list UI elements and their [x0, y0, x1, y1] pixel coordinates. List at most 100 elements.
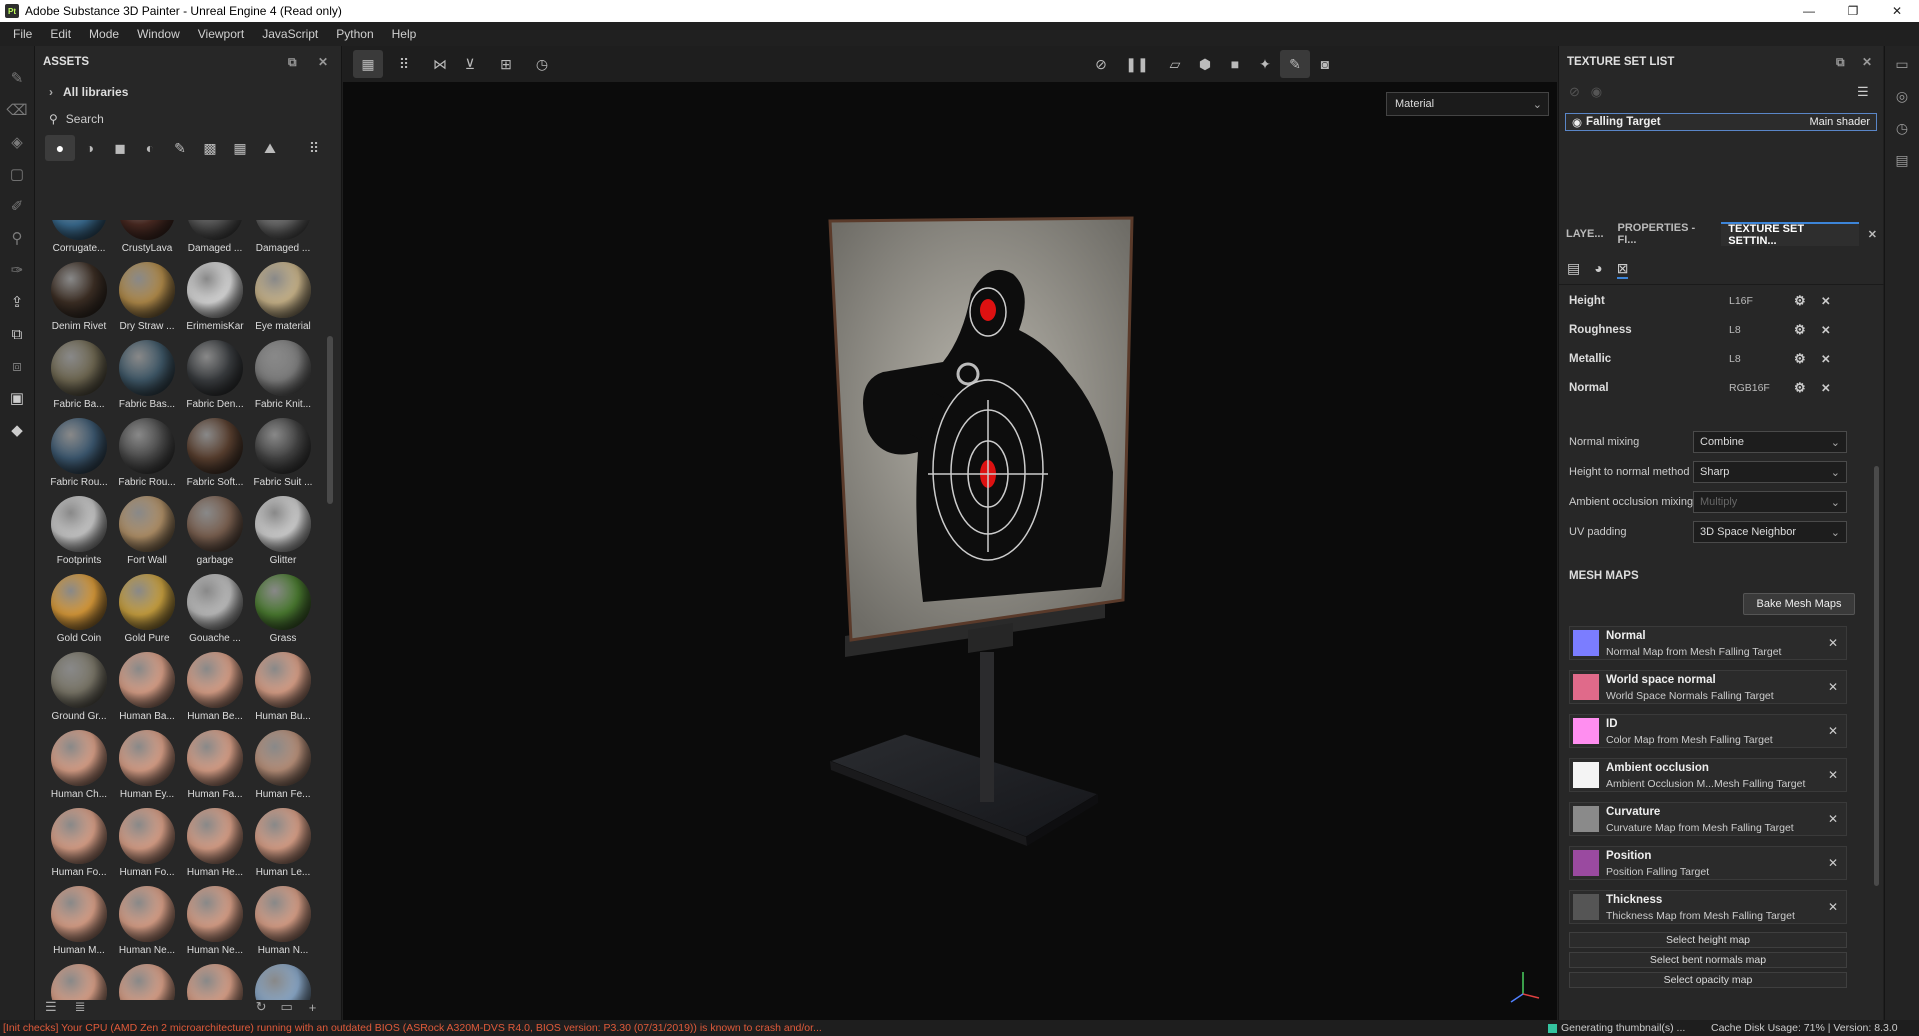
select-height-map-button[interactable]: Select height map — [1569, 932, 1847, 948]
undock-icon[interactable]: ⧉ — [1836, 55, 1845, 70]
mesh-map-source[interactable]: Normal Map from Mesh Falling Target — [1606, 646, 1781, 658]
close-icon[interactable]: ✕ — [1828, 724, 1838, 738]
status-warning[interactable]: [Init checks] Your CPU (AMD Zen 2 microa… — [0, 1022, 1540, 1034]
mesh-map-item[interactable]: World space normal World Space Normals Fa… — [1569, 670, 1847, 704]
asset-item[interactable]: Human Be... — [181, 648, 249, 726]
asset-item[interactable]: Fabric Knit... — [249, 336, 315, 414]
close-icon[interactable]: ✕ — [1828, 680, 1838, 694]
close-icon[interactable]: ✕ — [1828, 768, 1838, 782]
mesh-map-item[interactable]: Ambient occlusion Ambient Occlusion M...M… — [1569, 758, 1847, 792]
close-window-button[interactable]: ✕ — [1875, 0, 1919, 22]
grid2-icon[interactable]: ⠿ — [389, 50, 419, 78]
layer-icon[interactable]: ⧈ — [0, 350, 34, 382]
asset-item[interactable]: Grass — [249, 570, 315, 648]
shader-icon[interactable]: ◕ — [1594, 260, 1602, 279]
import-icon[interactable]: ⧉ — [0, 318, 34, 350]
asset-item[interactable]: Human Le... — [249, 804, 315, 882]
gear-icon[interactable]: ⚙ — [1794, 322, 1806, 338]
menu-window[interactable]: Window — [128, 27, 189, 41]
asset-item[interactable]: Gouache ... — [181, 570, 249, 648]
mesh-map-source[interactable]: Color Map from Mesh Falling Target — [1606, 734, 1773, 746]
pause-icon[interactable]: ❚❚ — [1122, 50, 1152, 78]
eraser-icon[interactable]: ⌫ — [0, 94, 34, 126]
close-icon[interactable]: ✕ — [318, 55, 328, 69]
mesh-map-source[interactable]: Position Falling Target — [1606, 866, 1709, 878]
filter-material-icon[interactable]: ● — [45, 135, 75, 161]
filter-alpha-icon[interactable]: ▦ — [225, 135, 255, 161]
mesh-map-item[interactable]: Position Position Falling Target ✕ — [1569, 846, 1847, 880]
channel-normal[interactable]: Normal RGB16F ⚙ ✕ — [1569, 376, 1869, 400]
asset-item[interactable]: garbage — [181, 492, 249, 570]
mesh-map-source[interactable]: World Space Normals Falling Target — [1606, 690, 1774, 702]
picker-icon[interactable]: ✐ — [0, 190, 34, 222]
asset-item[interactable]: Human Ch... — [45, 726, 113, 804]
view3d-icon[interactable]: ⬢ — [1190, 50, 1220, 78]
filter-smart-material-icon[interactable]: ◑ — [75, 135, 105, 161]
search-input[interactable]: ⚲ Search — [35, 106, 341, 132]
video-icon[interactable]: ■ — [1220, 50, 1250, 78]
normal-mixing-dropdown[interactable]: Combine ⌄ — [1693, 431, 1847, 453]
asset-item[interactable]: Human M... — [45, 882, 113, 960]
menu-help[interactable]: Help — [383, 27, 426, 41]
asset-item[interactable]: Human Fo... — [45, 804, 113, 882]
settings-scrollbar[interactable] — [1874, 466, 1879, 886]
uv-icon[interactable]: ⊠ — [1616, 260, 1629, 279]
bake-mesh-maps-button[interactable]: Bake Mesh Maps — [1743, 593, 1855, 615]
asset-item[interactable]: CrustyLava — [113, 220, 181, 258]
refresh-icon[interactable]: ↻ — [256, 999, 267, 1015]
close-icon[interactable]: ✕ — [1861, 222, 1884, 246]
texture-set-item[interactable]: ◉ Falling Target Main shader — [1565, 113, 1877, 131]
brush-icon[interactable]: ✎ — [0, 62, 34, 94]
folder-icon[interactable]: ▭ — [280, 999, 292, 1015]
bake-icon[interactable]: ✦ — [1250, 50, 1280, 78]
asset-item[interactable]: Human Ey... — [113, 726, 181, 804]
tab-texture-set-settings[interactable]: TEXTURE SET SETTIN... — [1721, 222, 1859, 247]
list-view-icon[interactable]: ≣ — [75, 999, 86, 1015]
filter-all-icon[interactable]: ⠿ — [299, 135, 329, 161]
asset-item[interactable]: Human Fa... — [181, 726, 249, 804]
menu-edit[interactable]: Edit — [41, 27, 80, 41]
asset-item[interactable]: Dry Straw ... — [113, 258, 181, 336]
channel-roughness[interactable]: Roughness L8 ⚙ ✕ — [1569, 318, 1869, 342]
close-icon[interactable]: ✕ — [1821, 352, 1831, 366]
gear-icon[interactable]: ⚙ — [1794, 380, 1806, 396]
asset-item[interactable]: Footprints — [45, 492, 113, 570]
channel-format[interactable]: L8 — [1729, 353, 1741, 365]
camera-icon[interactable]: ◆ — [0, 414, 34, 446]
notes-icon[interactable]: ▤ — [1885, 144, 1919, 176]
shader-dropdown[interactable]: Main shader — [1809, 116, 1870, 128]
assets-scrollbar[interactable] — [327, 336, 333, 504]
mesh-map-source[interactable]: Ambient Occlusion M...Mesh Falling Targe… — [1606, 778, 1805, 790]
brush-icon[interactable]: ✎ — [1280, 50, 1310, 78]
asset-item[interactable]: Fabric Den... — [181, 336, 249, 414]
close-icon[interactable]: ✕ — [1828, 636, 1838, 650]
filter-smart-mask-icon[interactable]: ◐ — [135, 135, 165, 161]
channel-format[interactable]: L8 — [1729, 324, 1741, 336]
height-to-normal-dropdown[interactable]: Sharp ⌄ — [1693, 461, 1847, 483]
screenshot-icon[interactable]: ◙ — [1310, 50, 1340, 78]
bake-icon[interactable]: ▣ — [0, 382, 34, 414]
menu-icon[interactable]: ☰ — [1857, 84, 1869, 100]
menu-python[interactable]: Python — [327, 27, 382, 41]
tab-layers[interactable]: LAYE... — [1559, 222, 1611, 246]
asset-item[interactable]: Human Fo... — [113, 804, 181, 882]
sort-icon[interactable]: ☰ — [45, 999, 57, 1015]
asset-item[interactable]: Fabric Rou... — [113, 414, 181, 492]
projection-icon[interactable]: ◈ — [0, 126, 34, 158]
asset-item[interactable]: Fabric Ba... — [45, 336, 113, 414]
export-icon[interactable]: ⇪ — [0, 286, 34, 318]
smudge-icon[interactable]: ✑ — [0, 254, 34, 286]
asset-item[interactable]: Human Fe... — [249, 726, 315, 804]
symmetry-icon[interactable]: ⋈ — [425, 50, 455, 78]
tab-properties[interactable]: PROPERTIES - FI... — [1611, 222, 1722, 246]
undock-icon[interactable]: ⧉ — [288, 55, 297, 70]
asset-item[interactable]: Human Ne... — [181, 882, 249, 960]
geometry-mask-icon[interactable]: ▢ — [0, 158, 34, 190]
asset-item[interactable]: Human He... — [181, 804, 249, 882]
chat-icon[interactable]: ▭ — [1885, 48, 1919, 80]
channel-format[interactable]: L16F — [1729, 295, 1753, 307]
history-icon[interactable]: ◷ — [527, 50, 557, 78]
library-selector[interactable]: › All libraries — [35, 78, 341, 106]
asset-item[interactable]: Damaged ... — [181, 220, 249, 258]
flip-icon[interactable]: ⊻ — [455, 50, 485, 78]
